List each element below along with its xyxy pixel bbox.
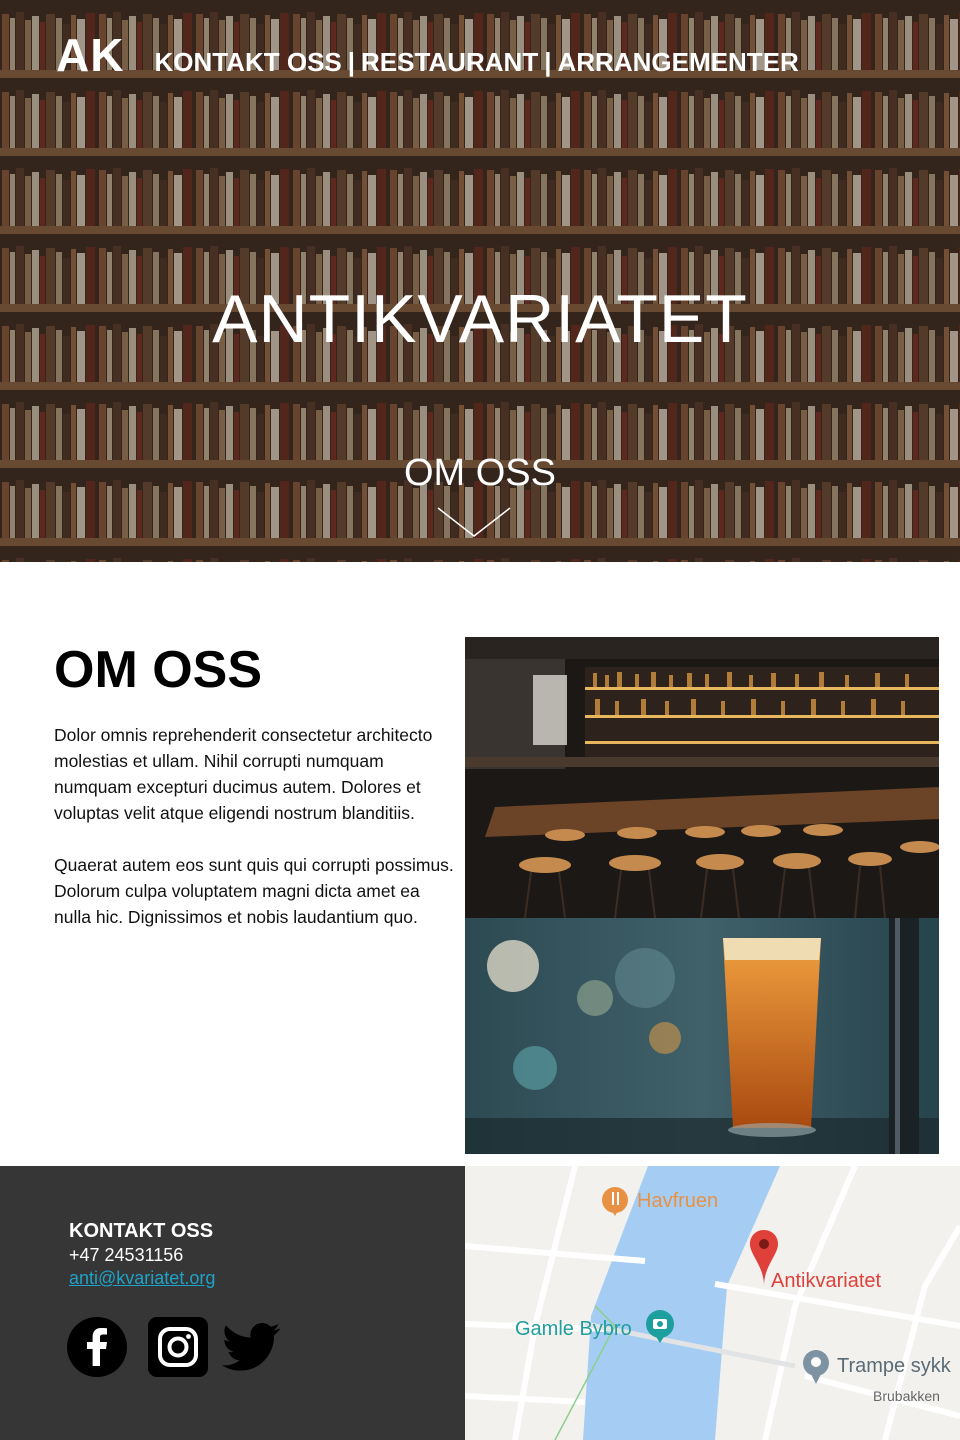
about-paragraph: Dolor omnis reprehenderit consectetur ar… [54, 725, 433, 823]
contact-title: KONTAKT OSS [69, 1220, 214, 1242]
map-label-gamle-bybro[interactable]: Gamle Bybro [515, 1318, 632, 1341]
twitter-icon[interactable] [220, 1316, 282, 1378]
site-logo[interactable]: AK [56, 28, 124, 82]
contact-email-link[interactable]: anti@kvariatet.org [69, 1268, 215, 1289]
map-label-trampe[interactable]: Trampe sykk [837, 1355, 951, 1378]
about-heading: OM OSS [54, 641, 263, 699]
top-nav: AK KONTAKT OSS | RESTAURANT | ARRANGEMEN… [56, 28, 799, 82]
location-map[interactable]: Havfruen Antikvariatet Gamle Bybro Tramp… [465, 1166, 960, 1440]
hero-subtitle[interactable]: OM OSS [0, 452, 960, 495]
facebook-icon[interactable] [66, 1316, 128, 1378]
map-label-antikvariatet[interactable]: Antikvariatet [771, 1270, 881, 1293]
chevron-down-icon[interactable] [436, 506, 512, 538]
about-paragraph: Quaerat autem eos sunt quis qui corrupti… [54, 855, 454, 927]
nav-link-arrangementer[interactable]: ARRANGEMENTER [558, 47, 799, 78]
nav-separator: | [544, 47, 552, 77]
hero-section: AK KONTAKT OSS | RESTAURANT | ARRANGEMEN… [0, 0, 960, 562]
map-label-restaurant[interactable]: Havfruen [637, 1190, 718, 1213]
bar-interior-photo [465, 637, 939, 918]
instagram-icon[interactable] [147, 1316, 209, 1378]
nav-link-kontakt-oss[interactable]: KONTAKT OSS [154, 47, 341, 78]
map-label-street: Brubakken [873, 1388, 940, 1404]
beer-glass-photo [465, 918, 939, 1154]
hero-title: ANTIKVARIATET [212, 281, 748, 357]
contact-footer [0, 1166, 465, 1440]
nav-link-restaurant[interactable]: RESTAURANT [361, 47, 538, 78]
nav-links: KONTAKT OSS | RESTAURANT | ARRANGEMENTER [154, 47, 798, 78]
about-text: Dolor omnis reprehenderit consectetur ar… [54, 722, 454, 956]
nav-separator: | [347, 47, 356, 77]
contact-phone: +47 24531156 [69, 1245, 184, 1265]
